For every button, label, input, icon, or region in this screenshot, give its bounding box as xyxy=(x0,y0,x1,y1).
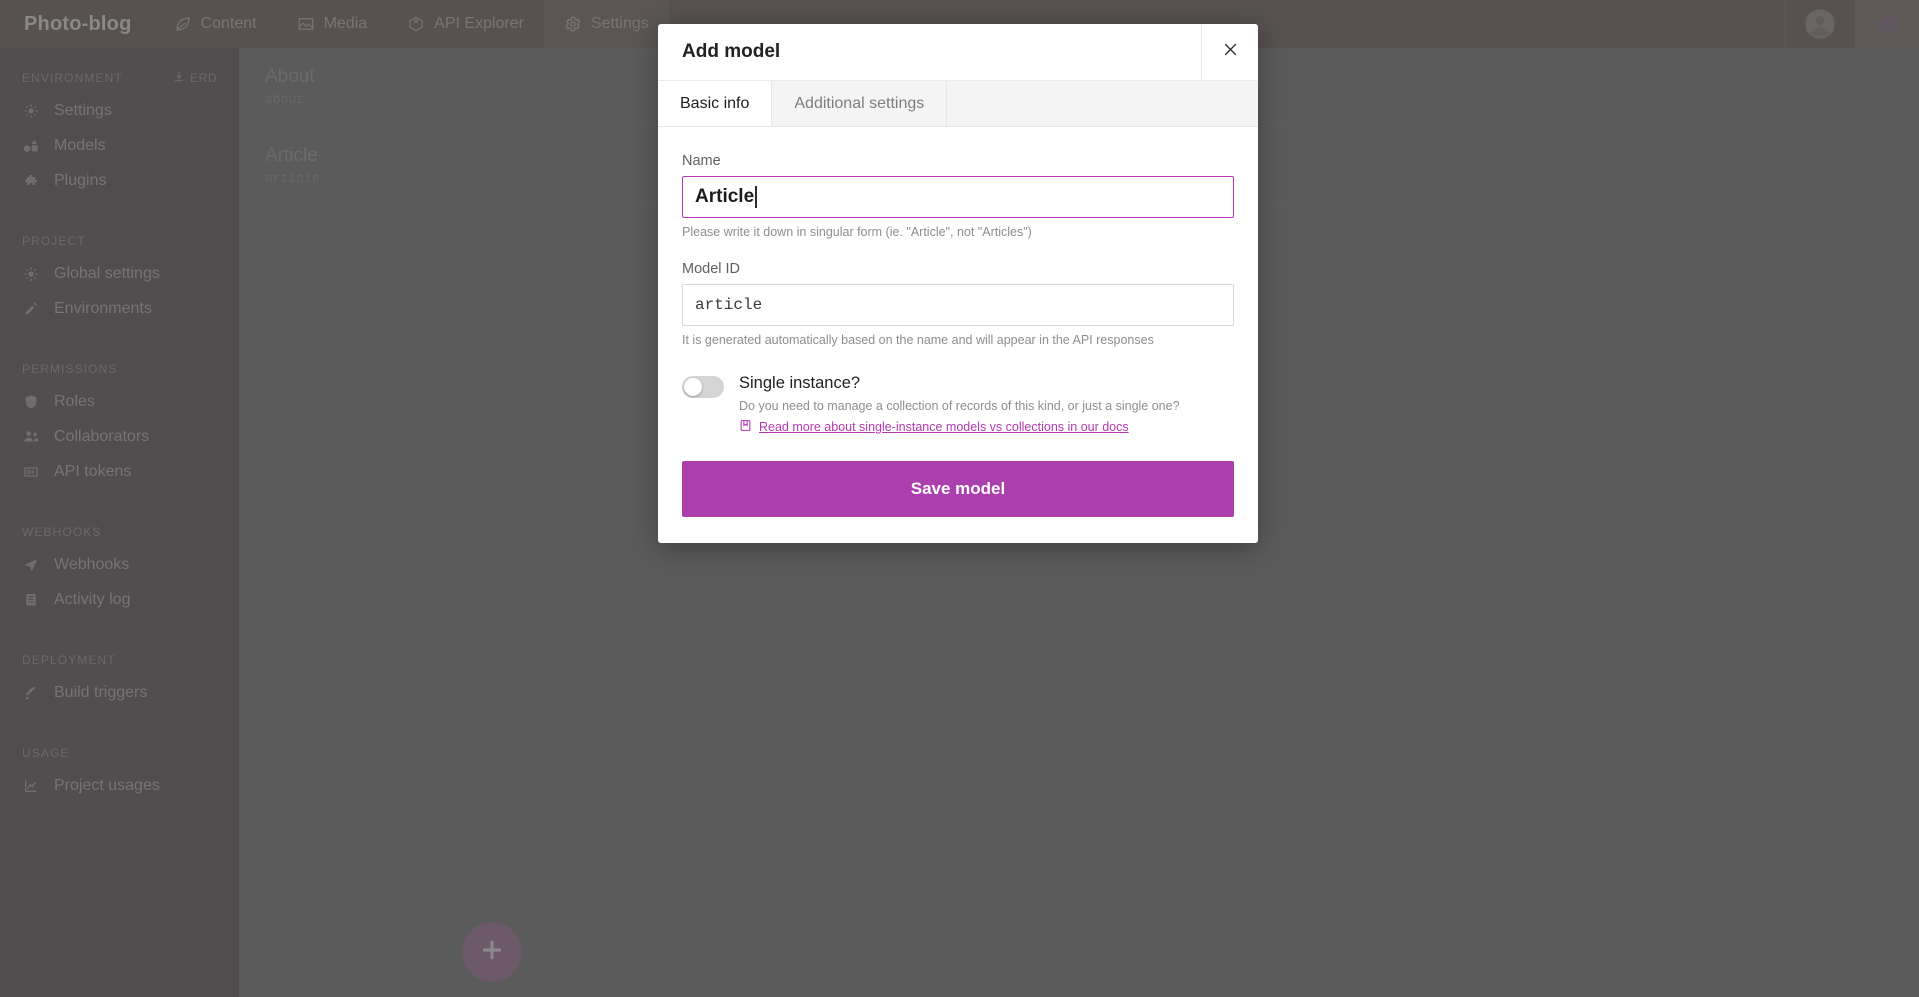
close-icon xyxy=(1222,41,1239,63)
name-input-value: Article xyxy=(695,186,755,207)
model-id-input[interactable]: article xyxy=(682,284,1234,326)
app-root: Photo-blog Content xyxy=(0,0,1919,997)
close-button[interactable] xyxy=(1201,24,1258,80)
dialog-header: Add model xyxy=(658,24,1258,81)
model-id-hint: It is generated automatically based on t… xyxy=(682,333,1154,347)
docs-link[interactable]: Read more about single-instance models v… xyxy=(739,419,1180,435)
single-instance-description: Do you need to manage a collection of re… xyxy=(739,399,1180,413)
model-id-input-value: article xyxy=(695,296,763,314)
tab-basic-info[interactable]: Basic info xyxy=(658,81,773,126)
name-input[interactable]: Article xyxy=(682,176,1234,218)
name-field-group: Name Article Please write it down in sin… xyxy=(682,153,1234,239)
single-instance-toggle[interactable] xyxy=(682,376,724,398)
name-hint: Please write it down in singular form (i… xyxy=(682,225,1032,239)
add-model-dialog: Add model Basic info Additional settings… xyxy=(658,24,1258,543)
single-instance-label: Single instance? xyxy=(739,374,861,392)
page-title: Add model xyxy=(682,41,781,62)
dialog-body: Name Article Please write it down in sin… xyxy=(658,127,1258,517)
docs-link-label: Read more about single-instance models v… xyxy=(759,420,1129,434)
single-instance-group: Single instance? Do you need to manage a… xyxy=(682,373,1234,435)
book-icon xyxy=(739,419,752,435)
toggle-knob xyxy=(684,378,702,396)
dialog-tabs: Basic info Additional settings xyxy=(658,81,1258,127)
text-caret xyxy=(755,186,757,208)
single-instance-texts: Single instance? Do you need to manage a… xyxy=(739,373,1180,435)
name-label: Name xyxy=(682,153,721,169)
model-id-field-group: Model ID article It is generated automat… xyxy=(682,261,1234,347)
save-model-button[interactable]: Save model xyxy=(682,461,1234,517)
tab-additional-settings[interactable]: Additional settings xyxy=(772,81,948,126)
model-id-label: Model ID xyxy=(682,261,741,277)
